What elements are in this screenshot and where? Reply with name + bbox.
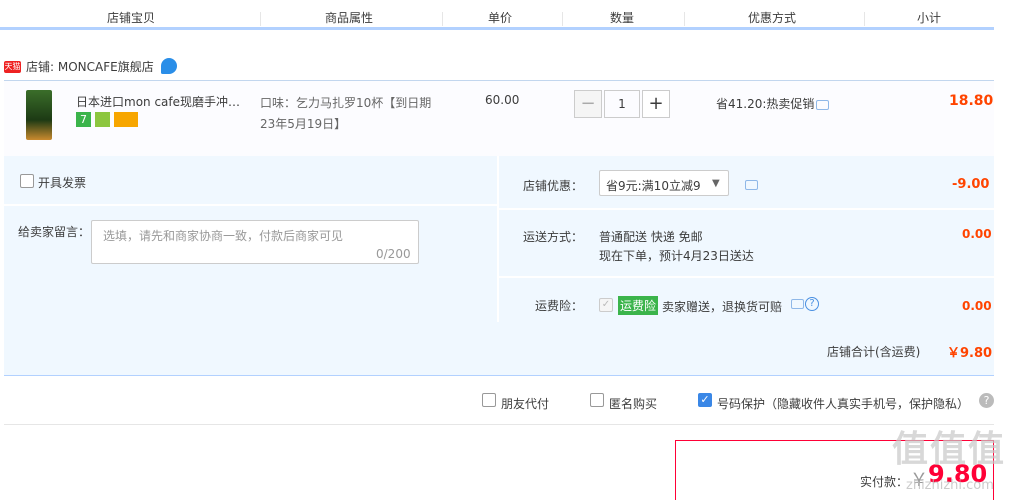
shop-discount-value: 省9元:满10立减9 (606, 179, 701, 193)
shipping-amount: 0.00 (962, 227, 992, 241)
card-payment-icon (114, 112, 138, 127)
col-discount: 优惠方式 (748, 11, 797, 25)
qty-minus-button[interactable]: − (574, 90, 602, 118)
divider (497, 156, 499, 322)
insurance-label: 运费险： (535, 299, 584, 313)
message-label: 给卖家留言： (18, 225, 91, 239)
shipping-eta: 现在下单，预计4月23日送达 (599, 249, 754, 263)
wangwang-chat-icon[interactable] (161, 58, 177, 74)
divider (562, 12, 563, 26)
message-placeholder: 选填，请先和商家协商一致，付款后商家可见 (103, 229, 344, 243)
product-thumbnail[interactable] (26, 90, 52, 140)
watermark-logo: 值值值 (892, 429, 1007, 470)
insurance-amount: 0.00 (962, 299, 992, 313)
divider (864, 12, 865, 26)
shop-name-link[interactable]: 店铺: MONCAFE旗舰店 (26, 58, 154, 75)
pay-label: 实付款： (860, 475, 909, 489)
discount-info-icon[interactable] (745, 180, 758, 190)
product-sku: 口味：乞力马扎罗10杯【到日期23年5月19日】 (260, 96, 432, 131)
invoice-checkbox[interactable] (20, 174, 34, 188)
anonymous-checkbox[interactable] (590, 393, 604, 407)
insurance-tag: 运费险 (618, 296, 659, 315)
shipping-label: 运送方式： (523, 230, 584, 244)
invoice-label: 开具发票 (38, 176, 87, 190)
shop-discount-amount: -9.00 (952, 177, 990, 192)
col-subtotal: 小计 (917, 11, 942, 25)
friend-pay-checkbox[interactable] (482, 393, 496, 407)
col-qty: 数量 (610, 11, 635, 25)
col-attr: 商品属性 (325, 11, 374, 25)
watermark-url: zhizhizhi.com (906, 478, 994, 493)
item-subtotal: 18.80 (949, 93, 994, 109)
insurance-checkbox: ✓ (599, 298, 613, 312)
help-icon[interactable]: ? (979, 393, 994, 408)
divider (684, 12, 685, 26)
message-char-count: 0/200 (376, 247, 411, 261)
shop-discount-label: 店铺优惠： (523, 179, 584, 193)
divider (260, 12, 261, 26)
tmall-badge: 天猫 (4, 61, 21, 73)
divider (4, 424, 994, 425)
col-price: 单价 (488, 11, 513, 25)
insurance-desc: 卖家赠送，退换货可赔 (662, 300, 783, 314)
divider (499, 276, 994, 278)
chevron-down-icon: ▼ (712, 178, 720, 189)
col-shop-item: 店铺宝贝 (107, 11, 156, 25)
shop-total-label: 店铺合计(含运费) (827, 345, 921, 359)
insurance-info-icon[interactable] (791, 299, 804, 309)
item-row (4, 80, 994, 156)
promo-text: 省41.20:热卖促销 (716, 97, 815, 111)
help-icon[interactable]: ? (805, 297, 819, 311)
qty-input[interactable]: 1 (604, 90, 640, 118)
anonymous-label: 匿名购买 (609, 397, 658, 411)
qty-plus-button[interactable]: + (642, 90, 670, 118)
privacy-label: 号码保护（隐藏收件人真实手机号，保护隐私） (717, 397, 970, 411)
divider (499, 208, 994, 210)
divider (4, 375, 994, 376)
promo-info-icon[interactable] (816, 100, 829, 110)
seven-day-return-icon: 7 (76, 112, 91, 127)
product-title-link[interactable]: 日本进口mon cafe现磨手冲挂耳咖啡 (76, 93, 252, 110)
friend-pay-label: 朋友代付 (501, 397, 550, 411)
divider (442, 12, 443, 26)
divider (4, 204, 497, 206)
guarantee-icon (95, 112, 110, 127)
shop-total-value: ￥9.80 (947, 346, 993, 361)
column-header: 店铺宝贝 商品属性 单价 数量 优惠方式 小计 (0, 0, 994, 30)
shipping-method: 普通配送 快递 免邮 (599, 230, 703, 244)
privacy-checkbox[interactable]: ✓ (698, 393, 712, 407)
unit-price: 60.00 (485, 93, 520, 107)
